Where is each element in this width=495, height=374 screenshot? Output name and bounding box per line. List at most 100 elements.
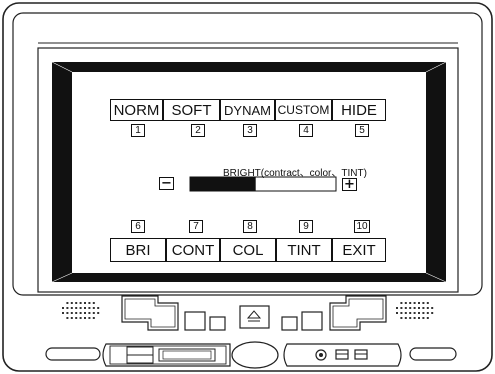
grille-dot [84, 302, 86, 304]
grille-dot [413, 312, 416, 314]
menu-button-soft[interactable]: SOFT [163, 99, 220, 121]
speaker-grille-right-icon [396, 302, 434, 319]
grille-dot [66, 317, 69, 319]
menu-number-5: 5 [355, 124, 369, 137]
grille-dot [404, 302, 407, 304]
grille-dot [84, 307, 86, 309]
grille-dot [75, 307, 78, 309]
menu-button-norm[interactable]: NORM [110, 99, 163, 121]
grille-dot [66, 312, 69, 314]
base-left-slot [45, 347, 101, 361]
grille-dot [426, 302, 429, 304]
grille-dot [400, 302, 403, 304]
grille-dot [92, 302, 95, 304]
menu-button-bri[interactable]: BRI [110, 238, 166, 262]
grille-dot [422, 312, 425, 314]
grille-dot [404, 312, 407, 314]
eject-icon [246, 310, 262, 319]
grille-dot [75, 317, 78, 319]
small-button-4 [301, 311, 323, 331]
grille-dot [97, 312, 100, 314]
menu-button-col[interactable]: COL [220, 238, 276, 262]
grille-dot [426, 312, 429, 314]
menu-button-dynam[interactable]: DYNAM [220, 99, 275, 121]
grille-dot [409, 312, 412, 314]
menu-number-8: 8 [243, 220, 257, 233]
base-right-slot [409, 347, 457, 361]
small-button-1 [184, 311, 206, 331]
grille-dot [418, 302, 420, 304]
menu-number-7: 7 [189, 220, 203, 233]
grille-dot [422, 307, 425, 309]
menu-number-9: 9 [299, 220, 313, 233]
grille-dot [92, 312, 95, 314]
grille-dot [418, 317, 420, 319]
right-rocker-button [329, 295, 387, 331]
menu-number-4: 4 [299, 124, 313, 137]
grille-dot [88, 307, 91, 309]
grille-dot [92, 317, 95, 319]
grille-dot [79, 302, 82, 304]
grille-dot [409, 302, 412, 304]
grille-dot [88, 302, 91, 304]
grille-dot [431, 307, 434, 309]
grille-dot [404, 317, 407, 319]
grille-dot [431, 312, 434, 314]
menu-number-3: 3 [243, 124, 257, 137]
grille-dot [62, 307, 64, 309]
left-rocker-button [121, 295, 179, 331]
menu-button-cont[interactable]: CONT [166, 238, 220, 262]
grille-dot [400, 312, 403, 314]
eject-button [239, 305, 270, 329]
menu-number-6: 6 [131, 220, 145, 233]
grille-dot [75, 302, 78, 304]
grille-dot [75, 312, 78, 314]
grille-dot [88, 312, 91, 314]
grille-dot [84, 317, 86, 319]
grille-dot [97, 307, 100, 309]
grille-dot [409, 317, 412, 319]
center-knob [231, 341, 279, 369]
grille-dot [70, 312, 73, 314]
grille-dot [413, 307, 416, 309]
grille-dot [70, 302, 73, 304]
grille-dot [396, 312, 398, 314]
grille-dot [70, 317, 73, 319]
grille-dot [418, 312, 420, 314]
io-port-panel [283, 343, 402, 367]
grille-dot [413, 317, 416, 319]
grille-dot [79, 307, 82, 309]
grille-dot [409, 307, 412, 309]
grille-dot [426, 307, 429, 309]
grille-dot [66, 307, 69, 309]
speaker-grille-left-icon [62, 302, 100, 319]
small-button-2 [209, 316, 226, 331]
grille-dot [422, 317, 425, 319]
grille-dot [422, 302, 425, 304]
menu-number-1: 1 [131, 124, 145, 137]
small-button-3 [281, 316, 298, 331]
monitor-device [2, 2, 493, 372]
grille-dot [413, 302, 416, 304]
menu-number-10: 10 [354, 220, 370, 233]
decrease-button[interactable]: − [159, 177, 174, 190]
menu-button-hide[interactable]: HIDE [332, 99, 386, 121]
grille-dot [426, 317, 429, 319]
grille-dot [79, 317, 82, 319]
grille-dot [79, 312, 82, 314]
grille-dot [400, 317, 403, 319]
grille-dot [84, 312, 86, 314]
grille-dot [70, 307, 73, 309]
grille-dot [88, 317, 91, 319]
menu-button-custom[interactable]: CUSTOM [275, 99, 332, 121]
menu-button-tint[interactable]: TINT [276, 238, 332, 262]
increase-button[interactable]: + [342, 178, 357, 191]
grille-dot [400, 307, 403, 309]
grille-dot [92, 307, 95, 309]
grille-dot [404, 307, 407, 309]
grille-dot [396, 307, 398, 309]
menu-button-exit[interactable]: EXIT [332, 238, 386, 262]
grille-dot [66, 302, 69, 304]
menu-number-2: 2 [191, 124, 205, 137]
level-fill [190, 177, 256, 191]
